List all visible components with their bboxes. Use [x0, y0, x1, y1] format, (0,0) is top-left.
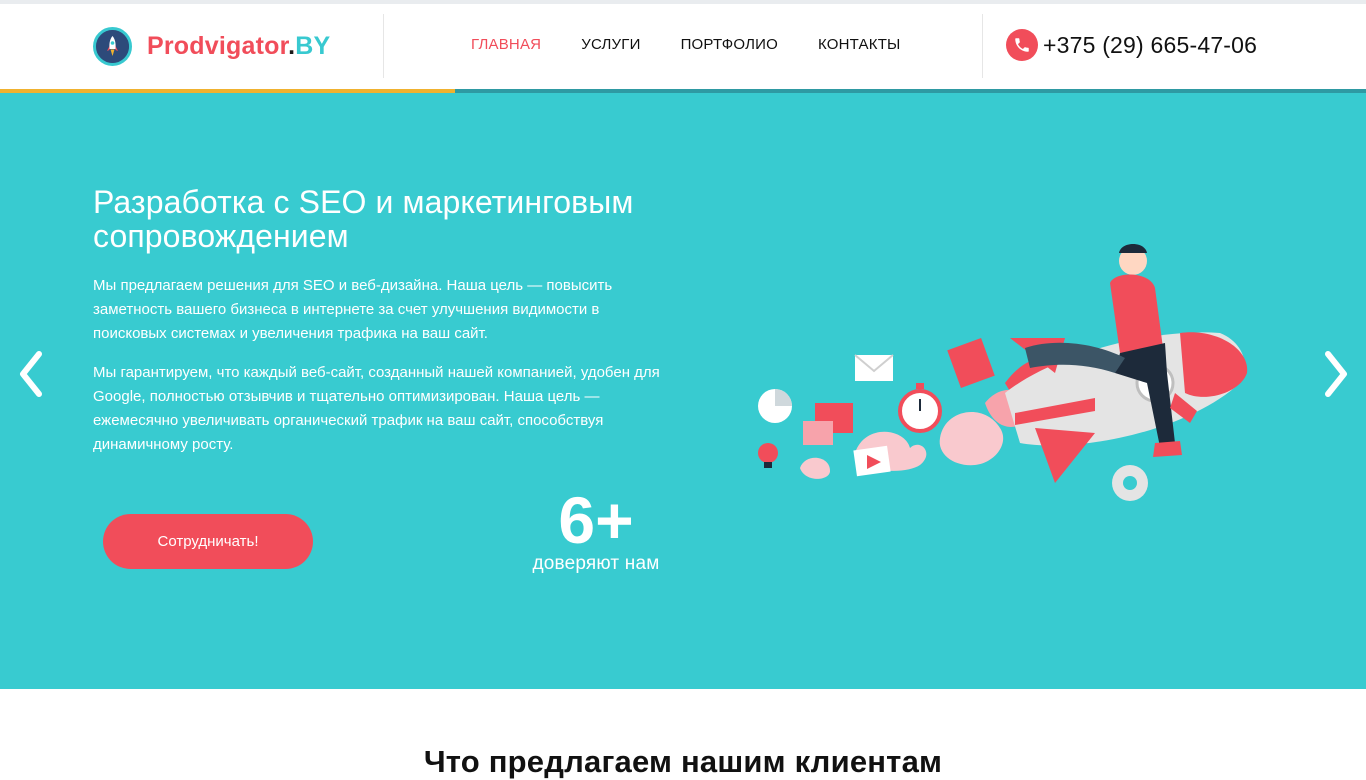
site-logo[interactable]: Prodvigator.BY	[93, 27, 330, 66]
hero-paragraph-1: Мы предлагаем решения для SEO и веб-диза…	[93, 277, 613, 342]
hero-paragraph-2: Мы гарантируем, что каждый веб-сайт, соз…	[93, 364, 660, 453]
hero-slider: Разработка с SEO и маркетинговым сопрово…	[0, 93, 1366, 689]
trust-stat-label: доверяют нам	[532, 553, 660, 574]
header-divider-left	[383, 14, 384, 78]
nav-item-home[interactable]: ГЛАВНАЯ	[471, 36, 541, 53]
services-section-title: Что предлагаем нашим клиентам	[423, 744, 943, 779]
rocket-logo-icon	[93, 27, 132, 66]
header-divider-right	[982, 14, 983, 78]
trust-stat-number: 6+	[558, 483, 634, 557]
nav-item-portfolio[interactable]: ПОРТФОЛИО	[681, 36, 778, 53]
chevron-right-icon[interactable]	[1322, 349, 1352, 399]
nav-item-services[interactable]: УСЛУГИ	[581, 36, 640, 53]
phone-number: +375 (29) 665-47-06	[1043, 31, 1258, 58]
logo-text: Prodvigator.BY	[147, 32, 331, 60]
rocket-illustration	[758, 244, 1248, 501]
chevron-left-icon[interactable]	[15, 349, 45, 399]
phone-icon	[1006, 29, 1038, 61]
trust-stat: 6+ доверяют нам	[520, 485, 672, 575]
hero-title: Разработка с SEO и маркетинговым сопрово…	[93, 184, 634, 254]
site-header: Prodvigator.BY ГЛАВНАЯ УСЛУГИ ПОРТФОЛИО …	[0, 4, 1366, 89]
main-nav: ГЛАВНАЯ УСЛУГИ ПОРТФОЛИО КОНТАКТЫ	[471, 36, 941, 53]
nav-item-contacts[interactable]: КОНТАКТЫ	[818, 36, 901, 53]
cooperate-button[interactable]: Сотрудничать!	[103, 514, 313, 569]
phone-link[interactable]: +375 (29) 665-47-06	[1006, 29, 1257, 61]
